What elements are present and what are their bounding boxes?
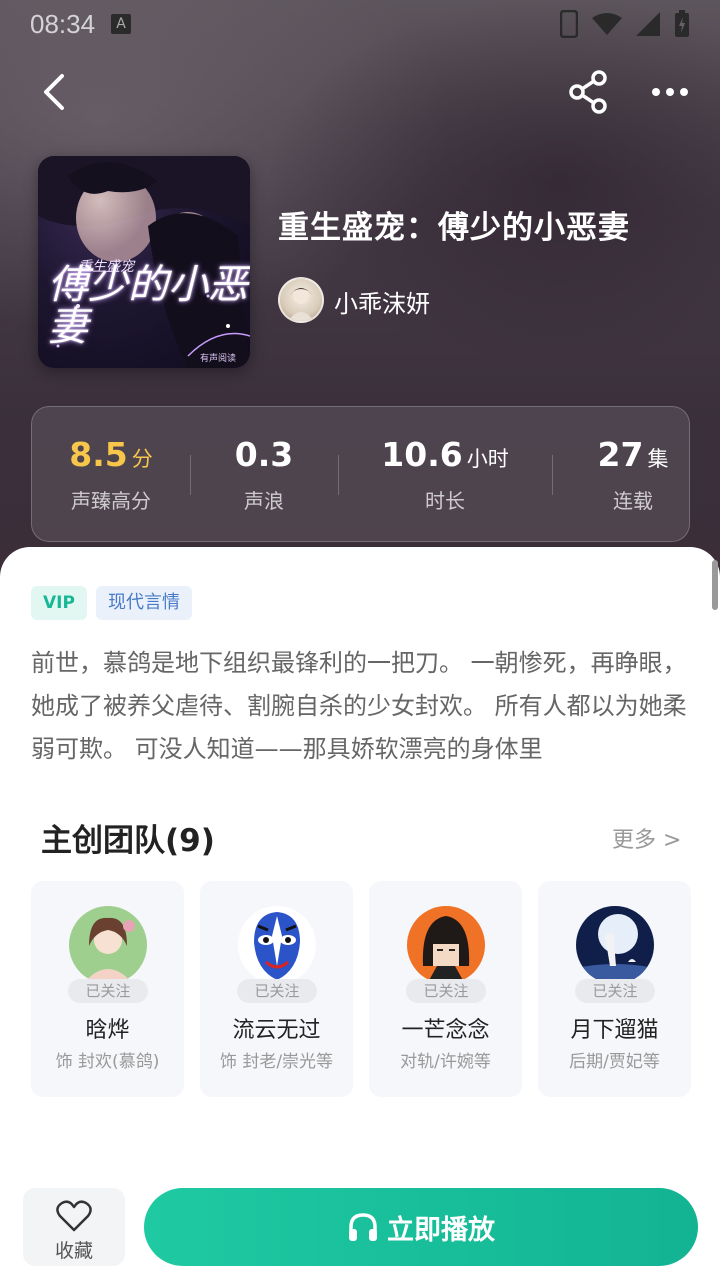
share-button[interactable]: [566, 70, 610, 114]
member-avatar: [69, 906, 147, 984]
stat-wave-label: 声浪: [244, 489, 284, 513]
book-cover: 重生盛宠 傅少的小恶妻 有声阅读: [38, 156, 250, 368]
battery-icon: [675, 10, 689, 37]
followed-badge[interactable]: 已关注: [406, 979, 486, 1003]
team-title: 主创团队(9): [41, 823, 215, 859]
stat-score-value: 8.5: [69, 435, 128, 474]
stat-wave[interactable]: 0.3 声浪: [190, 407, 338, 543]
stats-panel: 8.5 分 声臻高分 0.3 声浪 10.6 小时 时长 27 集 连载: [31, 406, 690, 542]
team-card[interactable]: 已关注 月下遛猫 后期/贾妃等: [538, 881, 691, 1097]
scrollbar[interactable]: [712, 560, 718, 610]
author-name[interactable]: 小乖沫妍: [334, 284, 430, 319]
author-avatar[interactable]: [278, 277, 324, 323]
stat-episodes-value-wrap: 27 集: [552, 435, 714, 474]
member-role: 后期/贾妃等: [569, 1052, 660, 1072]
stat-wave-value-wrap: 0.3: [190, 435, 338, 474]
wifi-icon: [592, 13, 622, 35]
followed-badge[interactable]: 已关注: [237, 979, 317, 1003]
followed-badge[interactable]: 已关注: [575, 979, 655, 1003]
member-avatar: [238, 906, 316, 984]
member-avatar-image: [576, 906, 654, 984]
heart-icon: [56, 1200, 92, 1232]
stat-episodes-label: 连载: [613, 489, 653, 513]
headphones-icon: [349, 1213, 377, 1241]
author-avatar-image: [288, 288, 314, 321]
cover-credit: 有声阅读: [199, 354, 236, 364]
member-role: 对轨/许婉等: [400, 1052, 491, 1072]
stat-episodes-value: 27: [597, 435, 644, 474]
status-time: 08:34: [30, 8, 96, 39]
team-more-link[interactable]: 更多 >: [612, 822, 681, 854]
stat-score-unit: 分: [131, 447, 153, 471]
stat-duration-value: 10.6: [381, 435, 463, 474]
stat-duration: 10.6 小时 时长: [338, 407, 552, 543]
status-bar: 08:34 A: [0, 0, 720, 48]
vip-tag: VIP: [31, 586, 87, 620]
favorite-label: 收藏: [54, 1240, 93, 1262]
more-button[interactable]: [648, 80, 692, 104]
notification-icon: A: [111, 14, 132, 34]
member-name: 月下遛猫: [570, 1018, 659, 1043]
member-avatar: [576, 906, 654, 984]
member-avatar-image: [69, 906, 147, 984]
phone-icon: [560, 10, 578, 38]
followed-badge[interactable]: 已关注: [68, 979, 148, 1003]
member-avatar-image: [407, 906, 485, 984]
member-name: 晗烨: [85, 1018, 130, 1043]
stat-score-label: 声臻高分: [71, 489, 151, 513]
genre-tag[interactable]: 现代言情: [96, 586, 192, 620]
back-button[interactable]: [38, 70, 82, 114]
cover-title: 傅少的小恶妻: [48, 262, 248, 350]
stat-episodes[interactable]: 27 集 连载: [552, 407, 714, 543]
stat-score[interactable]: 8.5 分 声臻高分: [32, 407, 190, 543]
member-name: 流云无过: [232, 1018, 321, 1043]
stat-duration-label: 时长: [425, 489, 465, 513]
status-icons: [560, 10, 690, 38]
share-icon: [569, 70, 607, 114]
synopsis[interactable]: 前世，慕鸽是地下组织最锋利的一把刀。 一朝惨死，再睁眼，她成了被养父虐待、割腕自…: [31, 642, 691, 771]
member-avatar: [407, 906, 485, 984]
stat-score-value-wrap: 8.5 分: [32, 435, 190, 474]
stat-duration-value-wrap: 10.6 小时: [338, 435, 552, 474]
team-card[interactable]: 已关注 流云无过 饰 封老/崇光等: [200, 881, 353, 1097]
team-card[interactable]: 已关注 晗烨 饰 封欢(慕鸽): [31, 881, 184, 1097]
stat-episodes-unit: 集: [647, 447, 669, 471]
member-role: 饰 封老/崇光等: [219, 1052, 334, 1072]
play-now-label: 立即播放: [387, 1214, 495, 1246]
favorite-button[interactable]: 收藏: [23, 1188, 125, 1266]
chevron-left-icon: [44, 74, 64, 110]
member-name: 一芒念念: [401, 1018, 490, 1043]
stat-wave-value: 0.3: [234, 435, 294, 474]
book-title: 重生盛宠：傅少的小恶妻: [278, 210, 630, 246]
play-now-button[interactable]: 立即播放: [144, 1188, 698, 1266]
member-role: 饰 封欢(慕鸽): [55, 1052, 160, 1072]
stat-duration-unit: 小时: [466, 447, 509, 471]
more-dots-icon: [652, 88, 688, 96]
team-card[interactable]: 已关注 一芒念念 对轨/许婉等: [369, 881, 522, 1097]
member-avatar-image: [238, 906, 316, 984]
signal-icon: [636, 12, 660, 36]
